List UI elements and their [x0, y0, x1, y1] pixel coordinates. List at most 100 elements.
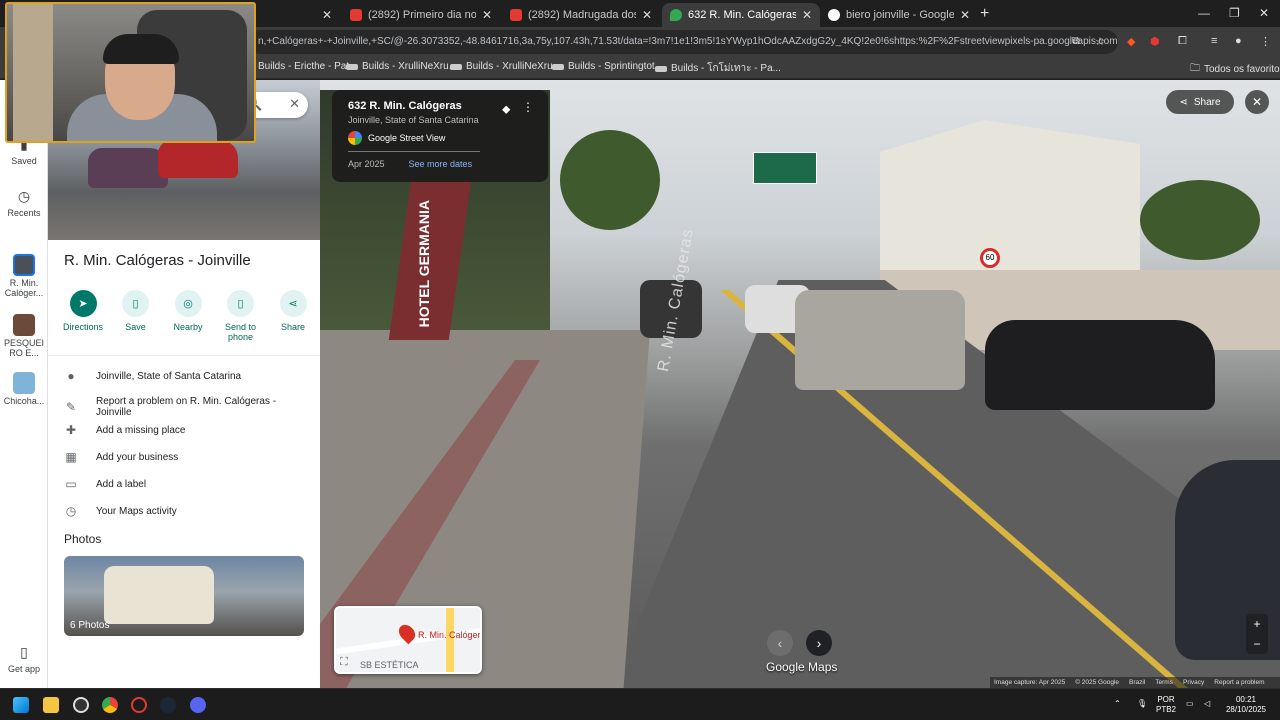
zoom-in-button[interactable]: + — [1246, 614, 1268, 634]
window-close-icon[interactable]: ✕ — [1259, 6, 1269, 20]
steam-icon[interactable] — [160, 697, 176, 713]
bookmark-favicon-icon — [655, 65, 667, 72]
opera-icon[interactable] — [131, 697, 147, 713]
tab-close-icon[interactable]: ✕ — [642, 8, 652, 22]
tab-close-icon[interactable]: ✕ — [322, 8, 332, 22]
photos-heading: Photos — [64, 532, 102, 546]
footer-privacy-link[interactable]: Privacy — [1183, 679, 1204, 686]
extension-icon[interactable]: ◆ — [1127, 35, 1135, 48]
bookmark-item[interactable]: Builds - XrulliNeXru... — [346, 61, 457, 72]
expand-icon[interactable]: ⛶ — [340, 656, 348, 669]
file-explorer-icon[interactable] — [43, 697, 59, 713]
more-options-icon[interactable]: ⋮ — [522, 100, 534, 114]
url-field[interactable]: n,+Calógeras+-+Joinville,+SC/@-26.307335… — [248, 30, 1118, 54]
sv-share-button[interactable]: ⋖ Share — [1166, 90, 1234, 114]
footer-country[interactable]: Brazil — [1129, 679, 1145, 686]
tab-2[interactable]: (2892) Primeiro dia no país ma ✕ — [342, 3, 500, 27]
discord-icon[interactable] — [190, 697, 206, 713]
youtube-icon — [350, 9, 362, 21]
app-icon[interactable] — [73, 697, 89, 713]
tab-title: 632 R. Min. Calógeras - Google — [688, 9, 796, 21]
bookmark-label: Builds - XrulliNeXru... — [466, 61, 562, 72]
tab-4[interactable]: 632 R. Min. Calógeras - Google ✕ — [662, 3, 820, 27]
label-icon: ▭ — [65, 477, 77, 491]
cam-background-door — [13, 4, 53, 141]
info-text: Add a missing place — [96, 424, 186, 436]
menu-kebab-icon[interactable]: ⋮ — [1260, 35, 1271, 48]
tab-close-icon[interactable]: ✕ — [802, 8, 812, 22]
footer-terms-link[interactable]: Terms — [1155, 679, 1173, 686]
see-more-dates-link[interactable]: See more dates — [409, 159, 473, 169]
microphone-icon[interactable]: 🎙 — [1137, 699, 1147, 709]
folder-icon: 🗀 — [1190, 63, 1200, 74]
history-icon: ◷ — [65, 504, 77, 518]
all-bookmarks-folder[interactable]: 🗀 Todos os favoritos — [1190, 61, 1280, 78]
footer-report-link[interactable]: Report a problem — [1214, 679, 1264, 686]
directions-button[interactable]: ➤ Directions — [58, 290, 108, 342]
info-add-business[interactable]: ▦ Add your business — [64, 450, 314, 464]
rail-label: Chicoha... — [3, 396, 45, 406]
send-to-phone-button[interactable]: ▯ Send to phone — [216, 290, 266, 342]
nearby-button[interactable]: ◎ Nearby — [163, 290, 213, 342]
info-maps-activity[interactable]: ◷ Your Maps activity — [64, 504, 314, 518]
bookmark-label: Builds - Ericthe - Pat... — [258, 61, 358, 72]
street-view-canvas[interactable]: HOTEL GERMANIA 60 R. Min. Calógeras 632 … — [320, 80, 1280, 688]
profile-avatar-icon[interactable]: ● — [1235, 35, 1242, 47]
bookmark-star-icon[interactable]: ☆ — [1095, 35, 1105, 48]
rail-recents[interactable]: ◷ Recents — [0, 188, 48, 218]
clock[interactable]: 00:21 28/10/2025 — [1222, 695, 1270, 715]
next-arrow-button[interactable]: › — [806, 630, 832, 656]
minimize-icon[interactable]: — — [1198, 6, 1210, 20]
info-add-label[interactable]: ▭ Add a label — [64, 477, 314, 491]
new-tab-button[interactable]: + — [980, 5, 989, 23]
sv-building — [880, 120, 1140, 280]
sv-close-button[interactable]: ✕ — [1245, 90, 1269, 114]
info-report-problem[interactable]: ✎ Report a problem on R. Min. Calógeras -… — [64, 396, 314, 418]
network-icon[interactable]: ▭ — [1186, 699, 1194, 709]
bookmark-favicon-icon — [552, 63, 564, 70]
bookmark-item[interactable]: Builds - XrulliNeXru... — [450, 61, 561, 72]
bookmark-item[interactable]: Builds - Sprintingtot... — [552, 61, 663, 72]
mini-map[interactable]: R. Min. Calóger SB ESTÉTICA ⛶ — [334, 606, 482, 674]
previous-arrow-button[interactable]: ‹ — [767, 630, 793, 656]
info-text: Your Maps activity — [96, 505, 177, 517]
photos-thumbnail[interactable]: 6 Photos — [64, 556, 304, 636]
tab-5[interactable]: biero joinville - Google Search ✕ — [820, 3, 978, 27]
directions-icon: ➤ — [69, 290, 97, 317]
extensions-puzzle-icon[interactable]: ⧠ — [1178, 35, 1187, 48]
save-button[interactable]: ▯ Save — [111, 290, 161, 342]
rail-get-app[interactable]: ▯ Get app — [0, 644, 48, 674]
rail-recent-place-2[interactable]: PESQUEI RO E... — [0, 314, 48, 358]
chrome-icon[interactable] — [102, 697, 118, 713]
info-add-missing-place[interactable]: ✚ Add a missing place — [64, 423, 314, 437]
search-clear-icon[interactable]: ✕ — [289, 96, 300, 114]
action-label: Save — [125, 322, 146, 332]
tab-title: (2892) Madrugada dos peixes n — [528, 9, 636, 21]
share-button[interactable]: ⋖ Share — [268, 290, 318, 342]
location-pin-icon[interactable]: ⬥ — [502, 102, 510, 117]
info-location[interactable]: ● Joinville, State of Santa Catarina — [64, 369, 314, 383]
rail-label: PESQUEI RO E... — [3, 338, 44, 358]
volume-icon[interactable]: ◁ — [1204, 699, 1210, 709]
media-icon[interactable]: ≡ — [1211, 35, 1217, 47]
tab-close-icon[interactable]: ✕ — [960, 8, 970, 22]
adblock-icon[interactable]: ⬢ — [1150, 35, 1160, 48]
rail-recent-place-3[interactable]: Chicoha... — [0, 372, 48, 406]
restore-icon[interactable]: ❐ — [1229, 6, 1240, 20]
windows-start-icon[interactable] — [13, 697, 29, 713]
tray-overflow-icon[interactable]: ⌃ — [1114, 699, 1121, 709]
language-indicator[interactable]: POR PTB2 — [1156, 695, 1176, 715]
maps-pin-icon — [670, 9, 682, 21]
hero-car-shape — [88, 148, 168, 188]
tab-close-icon[interactable]: ✕ — [482, 8, 492, 22]
action-row: ➤ Directions ▯ Save ◎ Nearby ▯ Send to phone… — [58, 290, 318, 342]
windows-taskbar: ⌃ 🎙 POR PTB2 ▭ ◁ 00:21 28/10/2025 — [0, 688, 1280, 720]
bookmark-icon: ▯ — [122, 290, 149, 317]
bookmark-item[interactable]: Builds - Ericthe - Pat... — [258, 61, 357, 72]
tab-3[interactable]: (2892) Madrugada dos peixes n ✕ — [502, 3, 660, 27]
install-app-icon[interactable]: ⧉ — [1072, 35, 1080, 48]
rail-recent-place-1[interactable]: R. Min. Calóger... — [0, 254, 48, 298]
map-footer: Image capture: Apr 2025 © 2025 Google Br… — [990, 677, 1280, 688]
bookmark-item[interactable]: Builds - โกโม่เทาะ - Pa... — [655, 61, 781, 76]
zoom-out-button[interactable]: − — [1246, 634, 1268, 654]
